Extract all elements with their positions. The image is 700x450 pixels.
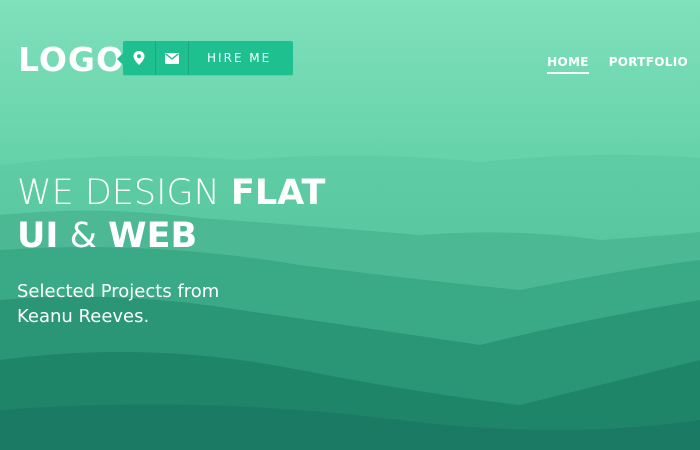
- nav-portfolio[interactable]: PORTFOLIO: [609, 55, 688, 74]
- location-button[interactable]: [123, 41, 156, 75]
- headline-bold-web: WEB: [108, 216, 198, 256]
- map-pin-icon: [133, 51, 145, 65]
- site-logo[interactable]: LOGO: [18, 40, 125, 79]
- email-button[interactable]: [156, 41, 189, 75]
- hero-headline: WE DESIGN FLAT UI & WEB: [17, 172, 325, 258]
- headline-ampersand: &: [69, 216, 97, 256]
- nav-home[interactable]: HOME: [547, 55, 589, 74]
- hero-subtitle: Selected Projects from Keanu Reeves.: [17, 281, 220, 327]
- contact-bar: HIRE ME: [116, 41, 294, 75]
- hire-me-button[interactable]: HIRE ME: [189, 41, 293, 75]
- envelope-icon: [165, 52, 179, 64]
- headline-bold-ui: UI: [17, 216, 59, 256]
- main-nav: HOME PORTFOLIO: [547, 55, 688, 74]
- hero-section: LOGO HIRE ME HOME PORTFOLIO WE DESIGN FL…: [0, 0, 700, 450]
- headline-light-text: WE DESIGN: [17, 173, 220, 213]
- headline-bold-flat: FLAT: [230, 173, 326, 213]
